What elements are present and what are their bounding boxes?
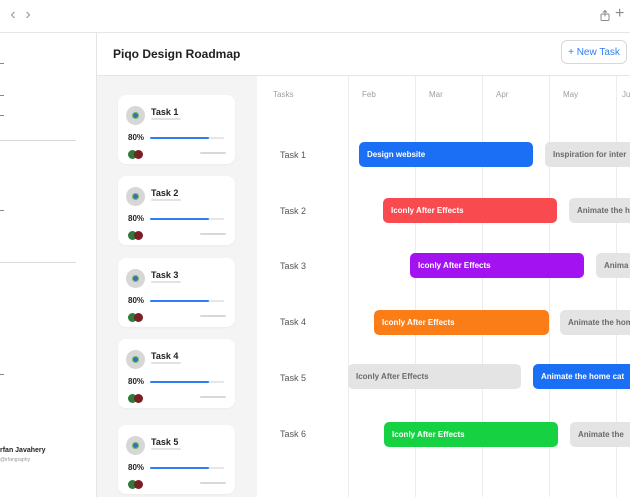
task-card-owner	[200, 315, 226, 317]
task-progress-bar	[150, 381, 224, 383]
share-icon[interactable]	[600, 10, 610, 21]
forward-icon[interactable]: ›	[21, 7, 35, 23]
column-header: Ju	[622, 90, 630, 99]
task-card-percent: 80%	[128, 214, 145, 223]
timeline-bar[interactable]: Inspiration for inter	[545, 142, 630, 167]
assignee-avatars	[128, 313, 146, 322]
task-card-percent: 80%	[128, 463, 145, 472]
timeline-bar[interactable]: Animate the h	[569, 198, 630, 223]
task-card-owner	[200, 233, 226, 235]
task-avatar	[126, 187, 145, 206]
timeline-bar[interactable]: Design website	[359, 142, 533, 167]
task-card-owner	[200, 396, 226, 398]
task-card-title: Task 1	[151, 107, 179, 117]
sidebar-item-fragment[interactable]	[0, 210, 4, 211]
task-card-title: Task 5	[151, 437, 179, 447]
timeline-bar[interactable]: Animate the	[570, 422, 630, 447]
sidebar-item-fragment[interactable]	[0, 115, 4, 116]
back-icon[interactable]: ‹	[6, 7, 20, 23]
row-label: Task 5	[280, 373, 307, 383]
page-title: Piqo Design Roadmap	[113, 47, 241, 61]
task-card-percent: 80%	[128, 296, 145, 305]
task-card[interactable]: Task 4 80%	[118, 339, 235, 408]
assignee-avatars	[128, 231, 146, 240]
task-card-owner	[200, 152, 226, 154]
column-header: Tasks	[273, 90, 294, 99]
row-label: Task 6	[280, 429, 307, 439]
sidebar-item-fragment[interactable]	[0, 63, 4, 64]
assignee-avatars	[128, 480, 146, 489]
task-card[interactable]: Task 2 80%	[118, 176, 235, 245]
task-card-subtitle	[151, 281, 181, 283]
task-card-subtitle	[151, 118, 181, 120]
timeline-bar[interactable]: Iconly After Effects	[374, 310, 549, 335]
task-progress-bar	[150, 300, 224, 302]
task-card-percent: 80%	[128, 133, 145, 142]
timeline-bar[interactable]: Animate the home cat	[533, 364, 630, 389]
row-label: Task 1	[280, 150, 307, 160]
browser-toolbar: ‹ › +	[0, 0, 630, 33]
gantt-timeline: Tasks Feb Mar Apr May Ju Task 1 Design w…	[258, 76, 630, 497]
task-avatar	[126, 269, 145, 288]
column-header: May	[563, 90, 579, 99]
task-card[interactable]: Task 5 80%	[118, 425, 235, 494]
task-avatar	[126, 350, 145, 369]
timeline-bar[interactable]: Iconly After Effects	[410, 253, 584, 278]
task-progress-bar	[150, 467, 224, 469]
task-card-owner	[200, 482, 226, 484]
new-tab-icon[interactable]: +	[615, 6, 624, 22]
sidebar-divider	[0, 140, 76, 141]
task-card-percent: 80%	[128, 377, 145, 386]
timeline-bar[interactable]: Iconly After Effects	[383, 198, 557, 223]
row-label: Task 4	[280, 317, 307, 327]
task-card-title: Task 4	[151, 351, 179, 361]
grid-line	[348, 76, 349, 497]
task-avatar	[126, 106, 145, 125]
task-card-subtitle	[151, 362, 181, 364]
column-header: Feb	[362, 90, 376, 99]
timeline-bar[interactable]: Animate the hom	[560, 310, 630, 335]
sidebar-divider	[0, 262, 76, 263]
task-card-title: Task 3	[151, 270, 179, 280]
column-header: Apr	[496, 90, 509, 99]
user-handle: @irfangraphy	[0, 457, 31, 463]
task-card-title: Task 2	[151, 188, 179, 198]
page-header: Piqo Design Roadmap + New Task	[97, 33, 630, 76]
task-card-subtitle	[151, 448, 181, 450]
task-avatar	[126, 436, 145, 455]
user-name: rfan Javahery	[0, 447, 46, 454]
sidebar-item-fragment[interactable]	[0, 374, 4, 375]
timeline-bar[interactable]: Iconly After Effects	[384, 422, 558, 447]
timeline-bar[interactable]: Anima	[596, 253, 630, 278]
sidebar-item-fragment[interactable]	[0, 95, 4, 96]
task-card[interactable]: Task 1 80%	[118, 95, 235, 164]
task-card-subtitle	[151, 199, 181, 201]
task-cards-column: Task 1 80% Task 2 80% Task 3 80% Task 4	[97, 76, 257, 497]
task-progress-bar	[150, 137, 224, 139]
sidebar: rfan Javahery @irfangraphy	[0, 33, 97, 497]
timeline-bar[interactable]: Iconly After Effects	[348, 364, 521, 389]
assignee-avatars	[128, 150, 146, 159]
row-label: Task 3	[280, 261, 307, 271]
assignee-avatars	[128, 394, 146, 403]
new-task-button[interactable]: + New Task	[561, 40, 627, 64]
task-card[interactable]: Task 3 80%	[118, 258, 235, 327]
column-header: Mar	[429, 90, 443, 99]
task-progress-bar	[150, 218, 224, 220]
row-label: Task 2	[280, 206, 307, 216]
